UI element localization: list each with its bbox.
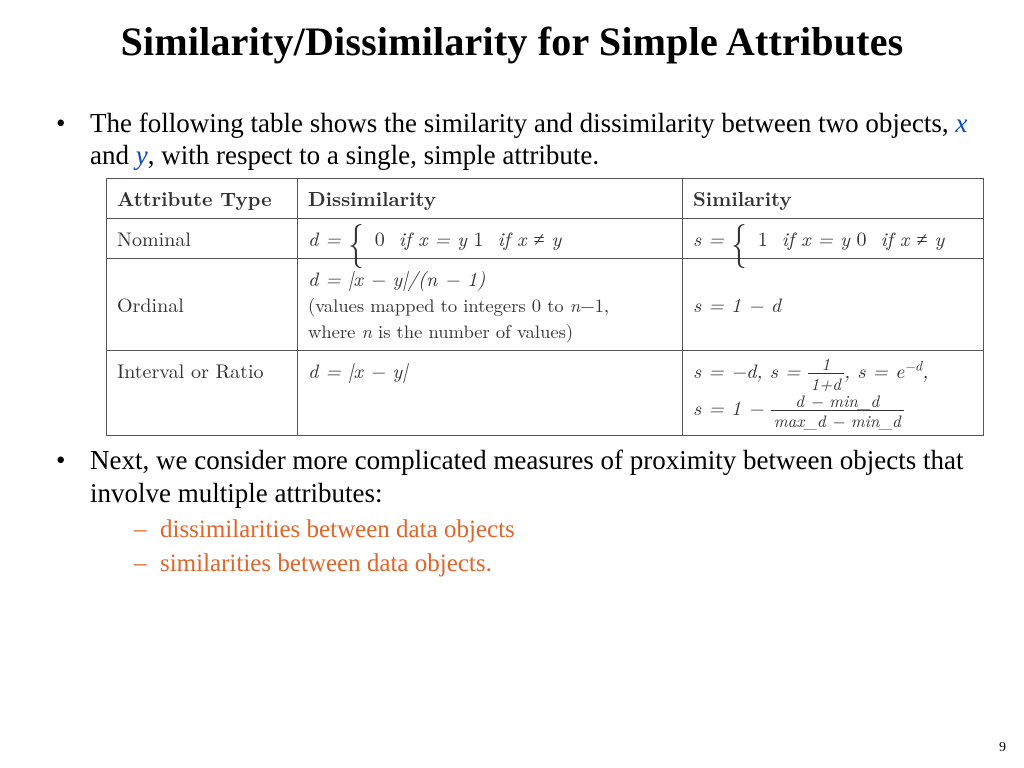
cell-ordinal-sim: s = 1 − d xyxy=(683,258,984,350)
cell-interval-attr: Interval or Ratio xyxy=(107,350,298,435)
nominal-s0: 0 xyxy=(856,223,866,252)
cell-interval-diss: d = |x − y| xyxy=(298,350,683,435)
interval-sim-seg1: s = −d, s = xyxy=(693,355,808,384)
interval-sim-seg3: , xyxy=(922,355,928,384)
nominal-d0-cond: if x = y xyxy=(385,223,467,252)
th-sim: Similarity xyxy=(683,178,984,218)
ordinal-note-2b: n xyxy=(361,318,371,344)
nominal-d-eq: d = xyxy=(308,223,341,252)
nominal-s-eq: s = xyxy=(693,223,724,252)
var-y: y xyxy=(136,140,148,170)
fraction-icon: d − min_dmax_d − min_d xyxy=(771,392,904,429)
frac2-den: max_d − min_d xyxy=(771,411,904,429)
cell-interval-sim: s = −d, s = 11+d, s = e−d, s = 1 − d − m… xyxy=(683,350,984,435)
ordinal-note-2a: where xyxy=(308,318,361,344)
fraction-icon: 11+d xyxy=(808,355,844,392)
ordinal-note-1b: n xyxy=(570,292,580,318)
cell-ordinal-diss: d = |x − y|/(n − 1) (values mapped to in… xyxy=(298,258,683,350)
row-nominal: Nominal d = { 0if x = y 1if x ≠ y s = xyxy=(107,218,984,258)
ordinal-note-2: where n is the number of values) xyxy=(308,318,672,344)
cell-nominal-sim: s = { 1if x = y 0if x ≠ y xyxy=(683,218,984,258)
nominal-d1-cond: if x ≠ y xyxy=(484,223,562,252)
ordinal-note-1a: (values mapped to integers 0 to xyxy=(308,292,570,318)
interval-sim-exp: −d xyxy=(904,355,922,375)
bullet-next: Next, we consider more complicated measu… xyxy=(56,444,998,580)
ordinal-note-2c: is the number of values) xyxy=(372,318,573,344)
row-interval: Interval or Ratio d = |x − y| s = −d, s … xyxy=(107,350,984,435)
bullet-intro-post: , with respect to a single, simple attri… xyxy=(148,140,599,170)
bullet-intro-mid: and xyxy=(90,140,136,170)
th-attr: Attribute Type xyxy=(107,178,298,218)
sub-bullet-sim: similarities between data objects. xyxy=(134,547,998,581)
interval-sim-line2-pre: s = 1 − xyxy=(693,392,771,421)
nominal-s1: 1 xyxy=(758,223,768,252)
nominal-s1-cond: if x = y xyxy=(768,223,850,252)
interval-sim-seg2: , s = e xyxy=(844,355,904,384)
page-number: 9 xyxy=(999,740,1006,756)
bullet-intro: The following table shows the similarity… xyxy=(56,107,998,172)
ordinal-note-1c: −1, xyxy=(580,292,609,318)
row-ordinal: Ordinal d = |x − y|/(n − 1) (values mapp… xyxy=(107,258,984,350)
cell-ordinal-attr: Ordinal xyxy=(107,258,298,350)
cell-nominal-attr: Nominal xyxy=(107,218,298,258)
bullet-intro-pre: The following table shows the similarity… xyxy=(90,108,955,138)
similarity-table: Attribute Type Dissimilarity Similarity … xyxy=(106,178,984,436)
cell-nominal-diss: d = { 0if x = y 1if x ≠ y xyxy=(298,218,683,258)
brace-icon: { xyxy=(348,228,363,250)
nominal-d0: 0 xyxy=(375,223,385,252)
nominal-s0-cond: if x ≠ y xyxy=(866,223,944,252)
nominal-d1: 1 xyxy=(474,223,484,252)
ordinal-note-1: (values mapped to integers 0 to n−1, xyxy=(308,292,672,318)
brace-icon: { xyxy=(731,228,746,250)
var-x: x xyxy=(955,108,967,138)
bullet-next-text: Next, we consider more complicated measu… xyxy=(90,445,963,507)
sub-bullet-dissim: dissimilarities between data objects xyxy=(134,513,998,547)
slide-title: Similarity/Dissimilarity for Simple Attr… xyxy=(26,18,998,65)
